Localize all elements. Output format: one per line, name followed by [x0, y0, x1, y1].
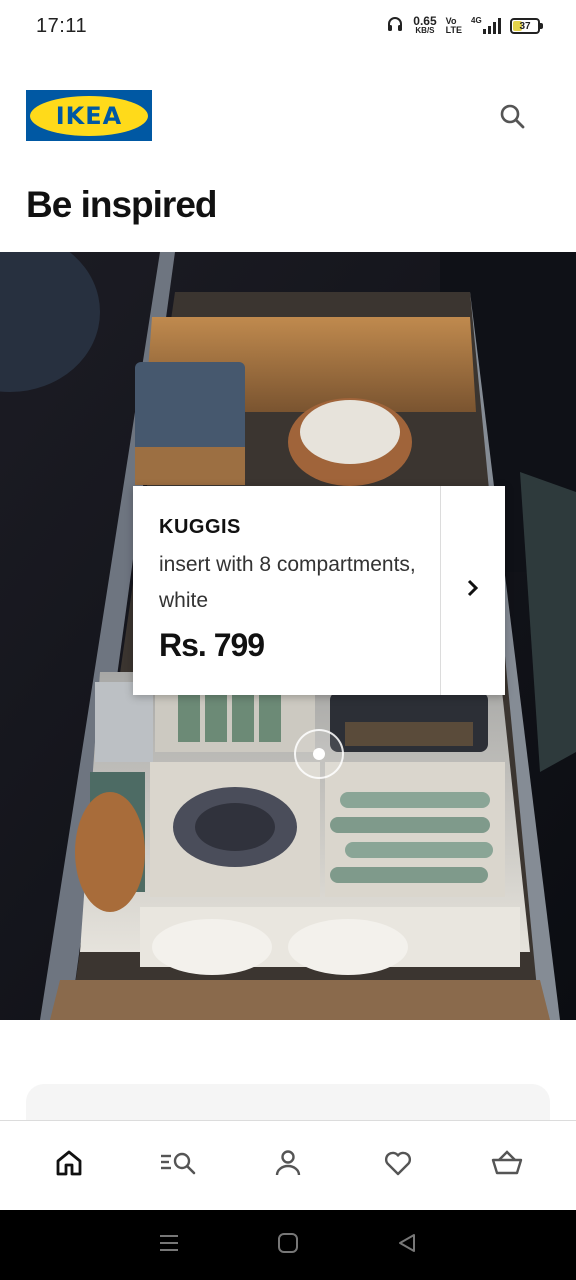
system-back-button[interactable] — [387, 1225, 427, 1265]
headphones-icon — [386, 15, 404, 38]
home-icon — [54, 1148, 84, 1183]
net-speed: 0.65 KB/S — [413, 14, 437, 35]
logo-oval: IKEA — [30, 95, 148, 136]
user-icon — [273, 1148, 303, 1183]
system-menu-button[interactable] — [149, 1225, 189, 1265]
status-bar: 17:11 0.65 KB/S Vo LTE 4G 37 — [0, 0, 576, 52]
volte-bottom: LTE — [445, 25, 462, 35]
volte-indicator: Vo LTE — [446, 17, 462, 35]
nav-favourites[interactable] — [368, 1136, 428, 1196]
system-nav-bar — [0, 1210, 576, 1280]
product-card[interactable]: KUGGIS insert with 8 compartments, white… — [133, 486, 505, 695]
nav-profile[interactable] — [258, 1136, 318, 1196]
nav-cart[interactable] — [477, 1136, 537, 1196]
signal-bar — [483, 29, 486, 34]
signal-bar — [498, 18, 501, 34]
product-card-body[interactable]: KUGGIS insert with 8 compartments, white… — [133, 486, 440, 695]
product-name: KUGGIS — [159, 516, 241, 538]
network-type: 4G — [471, 16, 482, 25]
heart-icon — [383, 1148, 413, 1183]
product-price: Rs. 799 — [159, 627, 265, 663]
battery-icon: 37 — [510, 18, 543, 34]
search-icon — [498, 102, 526, 135]
signal-bar — [488, 26, 491, 34]
logo-text: IKEA — [55, 101, 123, 130]
net-speed-unit: KB/S — [415, 26, 435, 35]
app-header: IKEA — [0, 52, 576, 182]
basket-icon — [490, 1148, 524, 1183]
system-home-button[interactable] — [268, 1225, 308, 1265]
product-open-button[interactable] — [440, 486, 505, 695]
nav-search-products[interactable] — [148, 1136, 208, 1196]
status-time: 17:11 — [36, 14, 88, 37]
menu-icon — [158, 1232, 180, 1259]
status-icons: 0.65 KB/S Vo LTE 4G 37 — [386, 14, 543, 38]
product-hotspot[interactable] — [294, 729, 344, 779]
hotspot-dot-icon — [313, 748, 325, 760]
signal-bar — [493, 22, 496, 34]
back-icon — [396, 1232, 418, 1259]
list-search-icon — [159, 1148, 197, 1183]
net-speed-value: 0.65 — [413, 14, 437, 28]
chevron-right-icon — [465, 577, 481, 604]
bottom-nav — [0, 1120, 576, 1210]
ikea-logo[interactable]: IKEA — [26, 90, 152, 141]
signal-icon: 4G — [471, 16, 501, 34]
product-description: insert with 8 compartments, white — [159, 553, 416, 612]
home-square-icon — [277, 1232, 299, 1259]
page-title: Be inspired — [26, 184, 217, 225]
nav-home[interactable] — [39, 1136, 99, 1196]
battery-level: 37 — [519, 20, 531, 32]
search-button[interactable] — [492, 98, 532, 138]
